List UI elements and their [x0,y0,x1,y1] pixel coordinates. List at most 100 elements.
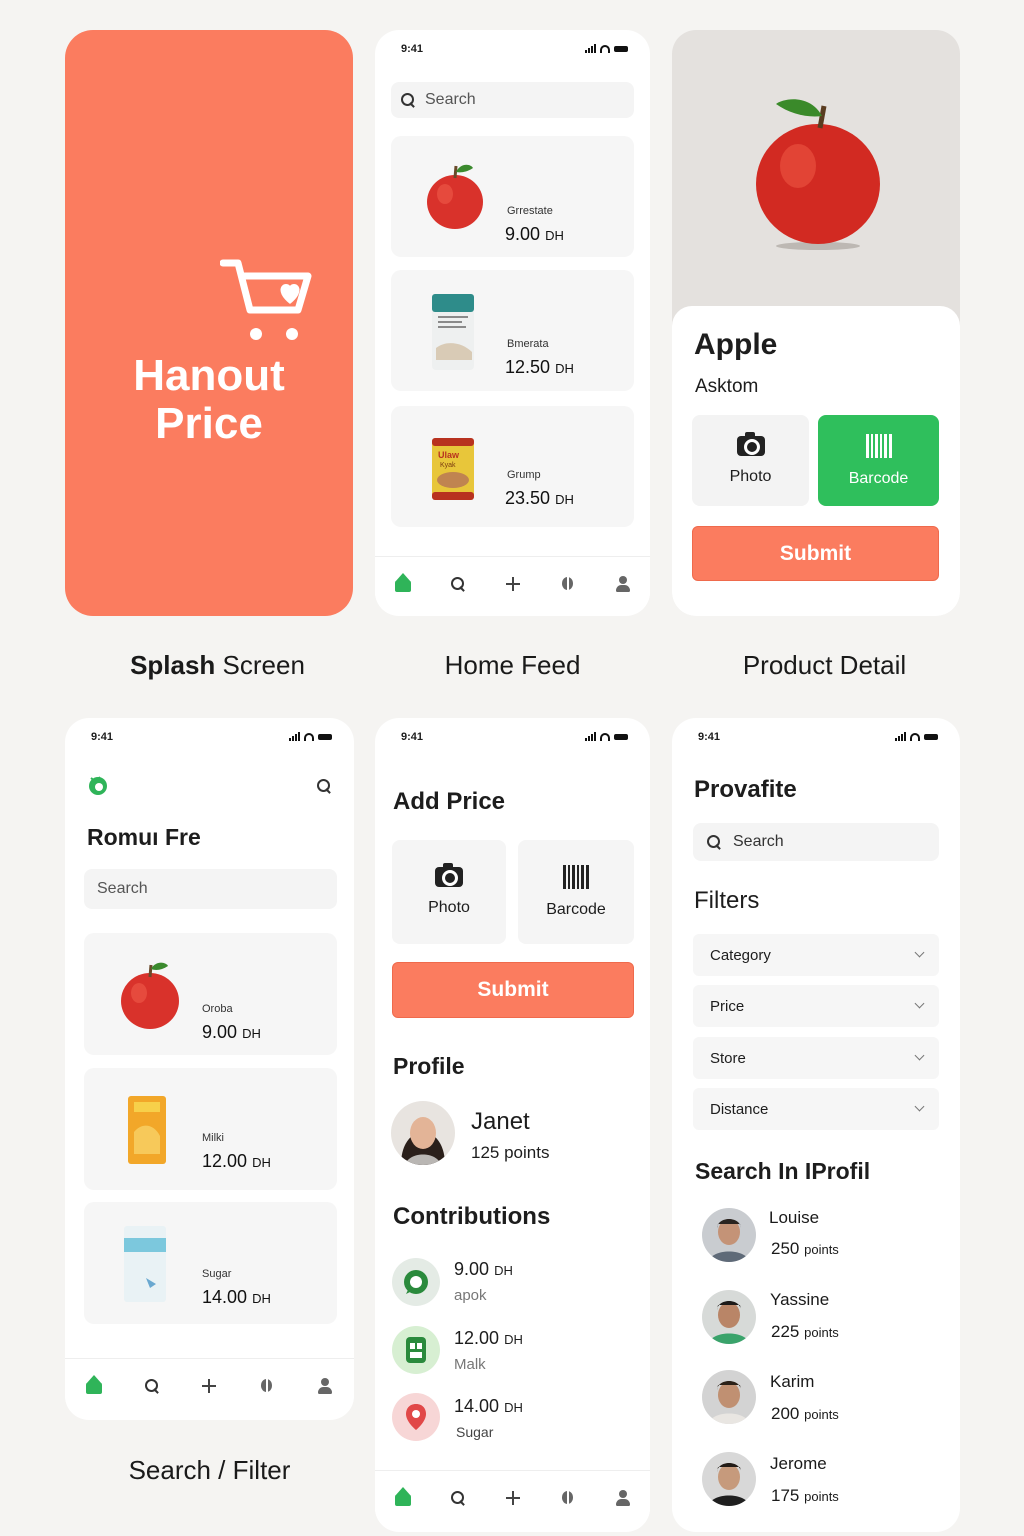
photo-button[interactable]: Photo [392,840,506,944]
filter-distance[interactable]: Distance [693,1088,939,1130]
user-icon[interactable] [611,572,635,596]
status-bar: 9:41 [672,728,960,748]
home-icon[interactable] [82,1374,106,1398]
bottom-tab-bar [375,1470,650,1524]
contribution-icon [392,1326,440,1374]
barcode-icon [865,433,892,458]
filter-label: Distance [710,1100,769,1118]
search-placeholder: Search [425,91,476,108]
price-value: 9.00 [202,1022,238,1042]
chat-bubble-icon [404,1270,428,1294]
price-currency: DH [555,361,574,376]
user-icon[interactable] [313,1374,337,1398]
product-card[interactable]: Sugar 14.00 DH [84,1202,337,1324]
status-time: 9:41 [91,731,114,743]
bottom-tab-bar [375,556,650,610]
globe-icon[interactable] [556,572,580,596]
product-card[interactable]: Grrestate 9.00 DH [391,136,634,257]
product-price: 9.00 DH [505,224,564,245]
product-subtitle: Asktom [695,376,759,397]
price-currency: DH [252,1155,271,1170]
photo-label: Photo [729,467,772,485]
add-price-title: Add Price [393,788,506,815]
status-icons [895,732,938,741]
search-icon [450,1490,465,1505]
product-title: Apple [694,328,778,361]
points-unit: points [804,1407,839,1422]
status-bar: 9:41 [65,728,354,748]
plus-icon[interactable] [501,572,525,596]
screen-title: Provafite [694,776,797,803]
user-icon[interactable] [611,1486,635,1510]
person-points: 175 points [771,1486,839,1506]
plus-icon[interactable] [501,1486,525,1510]
contribution-price: 9.00 DH [454,1259,513,1280]
price-currency: DH [555,492,574,507]
home-icon[interactable] [391,572,415,596]
search-tab[interactable] [446,572,470,596]
caption-splash-rest: Screen [215,650,305,680]
product-name: Milki [202,1132,224,1144]
home-icon[interactable] [391,1486,415,1510]
product-card[interactable]: Ulaw Kyak Grump 23.50 DH [391,406,634,527]
globe-icon[interactable] [556,1486,580,1510]
profile-points: 125 points [471,1143,550,1162]
barcode-button[interactable]: Barcode [818,415,939,506]
can-sublabel: Kyak [440,462,456,469]
barcode-button[interactable]: Barcode [518,840,634,944]
photo-button[interactable]: Photo [692,415,809,506]
search-icon [450,576,465,591]
person-name: Jerome [770,1454,827,1473]
search-tab[interactable] [140,1374,164,1398]
product-card[interactable]: Milki 12.00 DH [84,1068,337,1190]
search-input[interactable]: Search [391,82,634,118]
caption-product-detail: Product Detail [742,650,907,680]
brand-line-2: Price [155,399,263,448]
status-icons [585,44,628,53]
battery-icon [614,45,628,52]
contribution-icon [392,1258,440,1306]
submit-button[interactable]: Submit [392,962,634,1018]
plus-icon[interactable] [197,1374,221,1398]
caption-search-filter: Search / Filter [128,1455,291,1485]
search-tab[interactable] [446,1486,470,1510]
search-input[interactable]: Search [84,869,337,909]
globe-icon[interactable] [255,1374,279,1398]
profile-name: Janet [471,1108,530,1135]
status-bar: 9:41 [375,40,650,60]
search-icon [144,1378,159,1393]
canned-food-image [432,438,474,500]
price-value: 14.00 [202,1287,248,1307]
points-unit: points [804,1325,839,1340]
filter-price[interactable]: Price [693,985,939,1027]
product-card[interactable]: Oroba 9.00 DH [84,933,337,1055]
status-icons [289,732,332,741]
search-icon[interactable] [317,779,331,793]
contribution-label: apok [454,1287,487,1304]
filter-store[interactable]: Store [693,1037,939,1079]
avatar [702,1452,756,1506]
price-currency: DH [252,1291,271,1306]
person-points: 200 points [771,1404,839,1424]
submit-button[interactable]: Submit [692,526,939,581]
filter-label: Category [710,946,771,964]
points-score: 250 [771,1239,800,1258]
caption-splash-bold: Splash [130,650,216,680]
search-input[interactable]: Search [693,823,939,861]
status-bar: 9:41 [375,728,650,748]
splash-screen: Hanout Price [65,30,353,616]
price-value: 9.00 [505,224,541,244]
chevron-down-icon [914,998,925,1009]
apple-image [427,164,483,229]
price-value: 12.00 [202,1151,248,1171]
status-icons [585,732,628,741]
contribution-price: 12.00 DH [454,1328,523,1349]
app-logo-icon [89,776,107,795]
product-card[interactable]: Bmerata 12.50 DH [391,270,634,391]
battery-icon [924,733,938,740]
person-name: Karim [770,1372,815,1391]
search-placeholder: Search [97,880,148,897]
filter-category[interactable]: Category [693,934,939,976]
chevron-down-icon [914,947,925,958]
person-points: 225 points [771,1322,839,1342]
